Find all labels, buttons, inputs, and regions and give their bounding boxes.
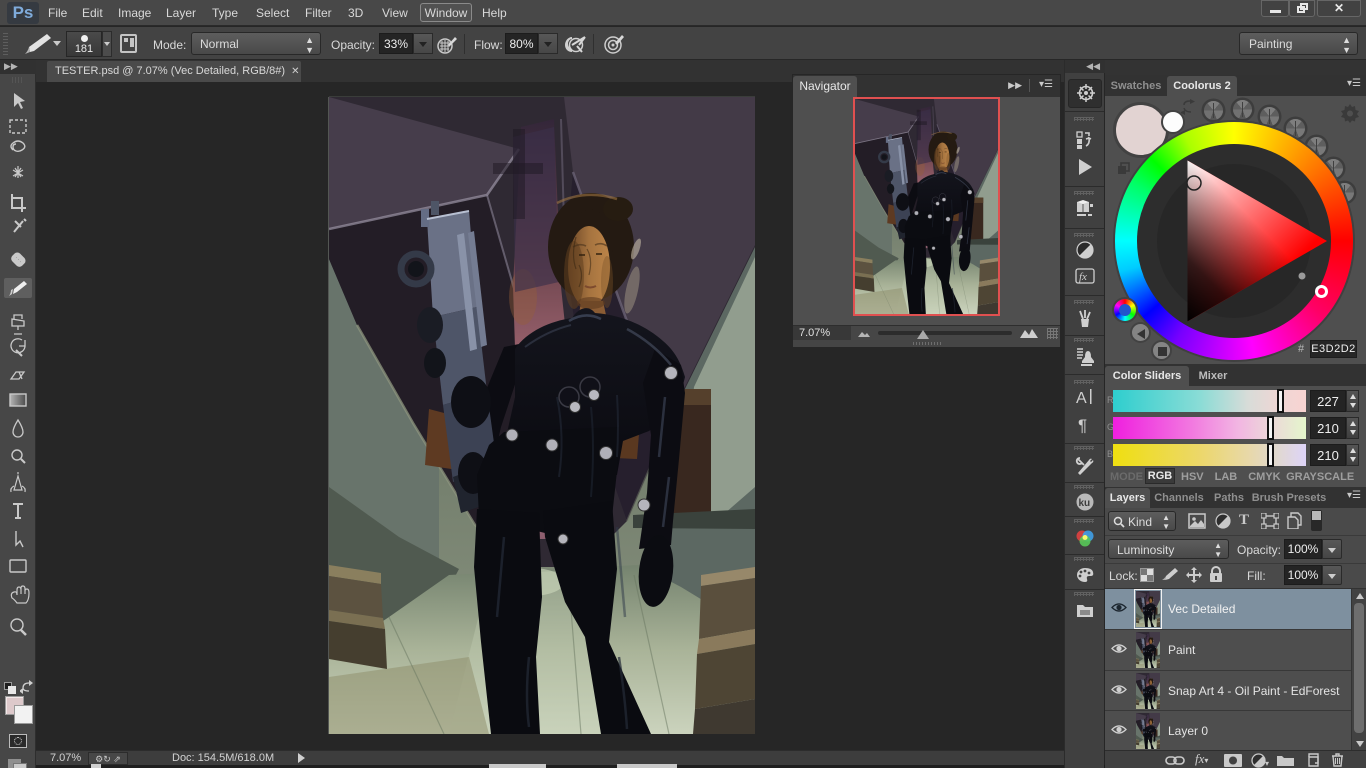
svg-text:fx: fx [1079, 271, 1087, 283]
svg-text:¶: ¶ [1078, 416, 1087, 435]
svg-text:ku: ku [1079, 498, 1091, 509]
svg-text:A: A [1076, 390, 1087, 407]
